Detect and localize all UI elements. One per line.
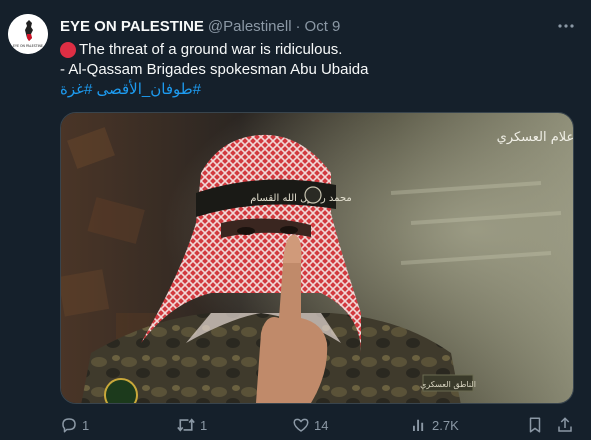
separator-dot: · [295, 17, 301, 35]
share-button[interactable] [556, 414, 574, 436]
red-circle-emoji [60, 42, 76, 58]
like-icon [293, 418, 309, 432]
tweet-actions: 1 1 14 2.7K [60, 414, 580, 436]
user-handle[interactable]: @Palestinell [208, 18, 292, 35]
reply-icon [62, 418, 76, 433]
hashtags-link[interactable]: #طوفان_الأقصى #غزة [60, 80, 201, 100]
tweet-text-line1: The threat of a ground war is ridiculous… [79, 41, 343, 58]
bookmark-button[interactable] [526, 414, 544, 436]
share-icon [558, 417, 572, 432]
display-name[interactable]: EYE ON PALESTINE [60, 18, 204, 35]
avatar-label: EYE ON PALESTINE [13, 44, 43, 48]
bookmark-icon [529, 417, 541, 433]
views-button[interactable]: 2.7K [410, 414, 459, 436]
tweet-media-image[interactable]: الناطق العسكري محمد رسول الله القسام الإ… [60, 112, 574, 404]
like-count: 14 [314, 417, 329, 433]
headband-text: محمد رسول الله القسام [250, 193, 352, 204]
watermark-text: الإعلام العسكري [497, 130, 574, 145]
tweet-card[interactable]: EYE ON PALESTINE EYE ON PALESTINE @Pales… [0, 0, 591, 440]
like-button[interactable]: 14 [292, 414, 328, 436]
tweet-text: The threat of a ground war is ridiculous… [60, 40, 570, 100]
reply-button[interactable]: 1 [60, 414, 89, 436]
tweet-time[interactable]: Oct 9 [305, 18, 341, 35]
views-icon [413, 419, 424, 431]
tweet-text-line2: - Al-Qassam Brigades spokesman Abu Ubaid… [60, 61, 369, 78]
reply-count: 1 [82, 417, 90, 433]
more-icon [558, 24, 574, 28]
more-options-button[interactable] [556, 16, 576, 36]
avatar[interactable]: EYE ON PALESTINE [8, 14, 48, 54]
tweet-header: EYE ON PALESTINE @Palestinell · Oct 9 [60, 16, 340, 36]
repost-count: 1 [200, 417, 208, 433]
name-tag-text: الناطق العسكري [420, 380, 476, 389]
views-count: 2.7K [432, 417, 459, 433]
repost-icon [177, 418, 195, 432]
repost-button[interactable]: 1 [176, 414, 207, 436]
